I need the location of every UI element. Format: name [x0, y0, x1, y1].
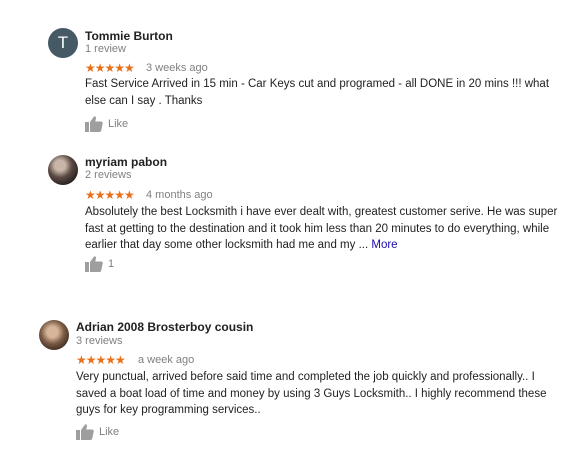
reviewer-name[interactable]: Tommie Burton: [85, 29, 173, 43]
review-count: 1 review: [85, 43, 126, 55]
star-rating: ★★★★★: [85, 188, 135, 202]
review-count: 3 reviews: [76, 335, 123, 347]
review-body: Very punctual, arrived before said time …: [76, 371, 547, 416]
avatar[interactable]: [48, 155, 78, 185]
like-button[interactable]: Like: [76, 424, 119, 440]
like-count: 1: [108, 258, 115, 270]
review-date: 4 months ago: [146, 189, 213, 201]
like-label: Like: [99, 426, 120, 438]
like-button[interactable]: Like: [85, 116, 128, 132]
thumbs-up-icon: [85, 256, 103, 272]
avatar[interactable]: T: [48, 28, 78, 58]
review-date: a week ago: [138, 354, 195, 366]
star-rating: ★★★★★: [76, 353, 126, 367]
review-date: 3 weeks ago: [146, 62, 208, 74]
review-text: Very punctual, arrived before said time …: [76, 369, 550, 419]
star-rating: ★★★★★: [85, 61, 135, 75]
more-link[interactable]: More: [371, 239, 397, 251]
avatar[interactable]: [39, 320, 69, 350]
review-count: 2 reviews: [85, 169, 132, 181]
thumbs-up-icon: [76, 424, 94, 440]
review-body: Absolutely the best Locksmith i have eve…: [85, 206, 558, 251]
like-button[interactable]: 1: [85, 256, 114, 272]
review-body: Fast Service Arrived in 15 min - Car Key…: [85, 78, 550, 107]
review-text: Fast Service Arrived in 15 min - Car Key…: [85, 76, 563, 109]
review-text: Absolutely the best Locksmith i have eve…: [85, 204, 563, 254]
reviewer-name[interactable]: Adrian 2008 Brosterboy cousin: [76, 320, 253, 334]
thumbs-up-icon: [85, 116, 103, 132]
like-label: Like: [108, 118, 129, 130]
reviewer-name[interactable]: myriam pabon: [85, 155, 167, 169]
